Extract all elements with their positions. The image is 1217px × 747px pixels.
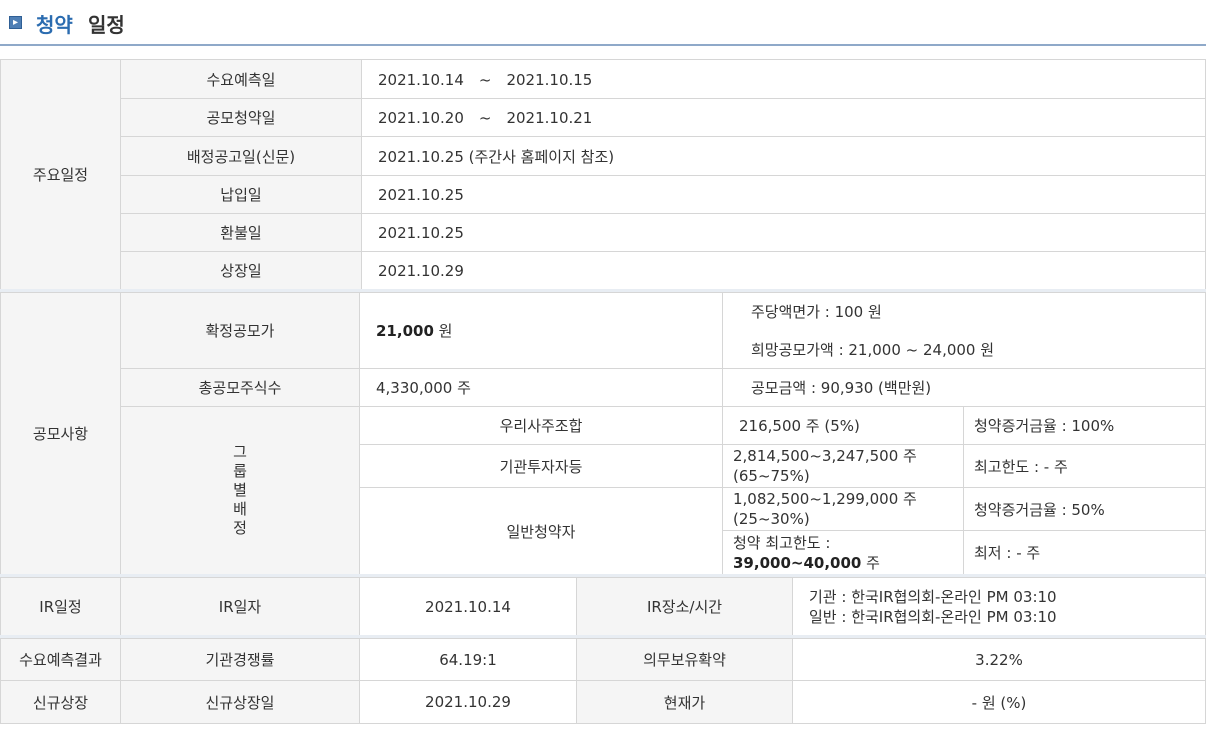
schedule-value-4: 2021.10.25: [361, 175, 1206, 214]
schedule-label-2: 공모청약일: [120, 98, 362, 137]
lockup-value: 3.22%: [792, 638, 1206, 681]
final-price-unit: 원: [438, 322, 453, 340]
price-info-cell: 주당액면가 : 100 원 희망공모가액 : 21,000 ~ 24,000 원: [722, 292, 1206, 369]
lockup-label: 의무보유확약: [576, 638, 793, 681]
schedule-value-1: 2021.10.14 ~ 2021.10.15: [361, 59, 1206, 99]
current-price-value: - 원 (%): [792, 680, 1206, 724]
category-demand: 수요예측결과: [0, 638, 121, 681]
schedule-value-2: 2021.10.20 ~ 2021.10.21: [361, 98, 1206, 137]
subscription-limit: 청약 최고한도 : 39,000~40,000 주: [722, 530, 964, 575]
category-offering: 공모사항: [0, 292, 121, 575]
group-note-2: 최고한도 : - 주: [963, 444, 1206, 488]
group-note-4: 최저 : - 주: [963, 530, 1206, 575]
group-shares-2: 2,814,500~3,247,500 주 (65~75%): [722, 444, 964, 488]
ir-date-value: 2021.10.14: [359, 577, 577, 636]
schedule-label-6: 상장일: [120, 251, 362, 290]
section-header: ▸ 청약 일정: [0, 0, 1206, 46]
schedule-label-4: 납입일: [120, 175, 362, 214]
schedule-value-3: 2021.10.25 (주간사 홈페이지 참조): [361, 136, 1206, 176]
group-name-2: 기관투자자등: [359, 444, 723, 488]
desired-price: 희망공모가액 : 21,000 ~ 24,000 원: [751, 340, 995, 359]
group-name-3: 일반청약자: [359, 487, 723, 575]
ir-place-value: 기관 : 한국IR협의회-온라인 PM 03:10 일반 : 한국IR협의회-온…: [792, 577, 1206, 636]
group-allocation-label: 그 룹 별 배 정: [120, 406, 360, 575]
final-price-value: 21,000: [376, 321, 434, 340]
par-value: 주당액면가 : 100 원: [751, 302, 882, 321]
bullet-arrow-icon: ▸: [9, 16, 22, 29]
final-price-label: 확정공모가: [120, 292, 360, 369]
schedule-label-5: 환불일: [120, 213, 362, 252]
ir-date-label: IR일자: [120, 577, 360, 636]
title-highlight: 청약: [36, 13, 73, 37]
category-listing: 신규상장: [0, 680, 121, 724]
final-price-cell: 21,000 원: [359, 292, 723, 369]
schedule-label-1: 수요예측일: [120, 59, 362, 99]
group-note-3: 청약증거금율 : 50%: [963, 487, 1206, 531]
competition-value: 64.19:1: [359, 638, 577, 681]
category-schedule: 주요일정: [0, 59, 121, 290]
competition-label: 기관경쟁률: [120, 638, 360, 681]
listing-date-value: 2021.10.29: [359, 680, 577, 724]
total-shares-value: 4,330,000 주: [359, 368, 723, 407]
group-shares-3: 1,082,500~1,299,000 주 (25~30%): [722, 487, 964, 531]
title-rest: 일정: [88, 13, 125, 37]
schedule-label-3: 배정공고일(신문): [120, 136, 362, 176]
current-price-label: 현재가: [576, 680, 793, 724]
total-shares-label: 총공모주식수: [120, 368, 360, 407]
category-ir: IR일정: [0, 577, 121, 636]
offering-amount: 공모금액 : 90,930 (백만원): [722, 368, 1206, 407]
schedule-value-5: 2021.10.25: [361, 213, 1206, 252]
schedule-value-6: 2021.10.29: [361, 251, 1206, 290]
group-note-1: 청약증거금율 : 100%: [963, 406, 1206, 445]
group-name-1: 우리사주조합: [359, 406, 723, 445]
group-shares-1: 216,500 주 (5%): [722, 406, 964, 445]
listing-date-label: 신규상장일: [120, 680, 360, 724]
ir-place-label: IR장소/시간: [576, 577, 793, 636]
